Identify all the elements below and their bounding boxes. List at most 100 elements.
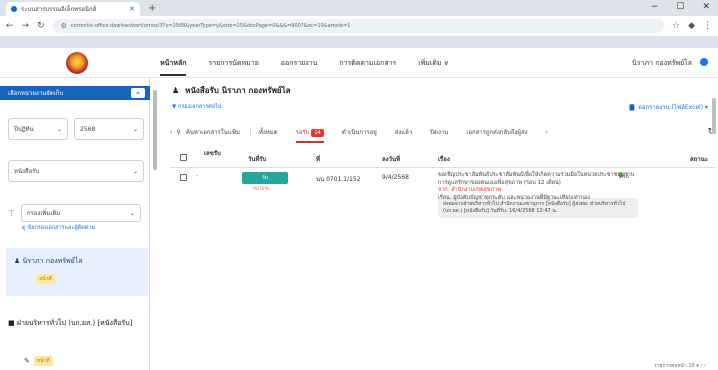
department-role-chip: หน้าที่ <box>33 356 53 366</box>
window-controls: − ☐ ✕ <box>651 2 710 12</box>
row-checkbox[interactable] <box>180 174 187 181</box>
site-info-icon[interactable]: ⚙ <box>61 22 67 30</box>
tabs-next-icon[interactable]: › <box>546 129 548 136</box>
file-icon: ▇ <box>629 103 635 111</box>
tabs-prev-icon[interactable]: ‹ <box>170 129 172 136</box>
document-type-select[interactable]: หนังสือรับ ⌄ <box>8 160 144 182</box>
close-window-icon[interactable]: ✕ <box>702 2 710 12</box>
app: หน้าหลัก รายการนัดหมาย ออกรายงาน การติดต… <box>0 48 718 370</box>
user-name[interactable]: นิราภา กองทรัพย์ไล <box>632 48 692 78</box>
pencil-icon: ✎ <box>24 357 30 365</box>
main-menu: หน้าหลัก รายการนัดหมาย ออกรายงาน การติดต… <box>160 48 449 78</box>
forward-icon[interactable]: → <box>22 21 30 31</box>
search-icon: ⚲ <box>176 128 181 136</box>
subject-from: จาก: สำนักงานเขตสุขภาพ <box>438 187 501 193</box>
document-tabs: ‹ ⚲ ค้นหาเอกสารในแฟ้ม ทั้งหมด รอรับ 24 ดำ… <box>170 122 715 143</box>
sidebar-filter-link[interactable]: ดู ข้อกรองเอกสารและผู้ติดตาม <box>22 224 95 232</box>
page-scrollbar[interactable] <box>712 98 716 134</box>
search-input[interactable]: ค้นหาเอกสารในแฟ้ม <box>186 127 240 137</box>
ref-number: นน 0701.1/152 <box>316 176 361 183</box>
filter-link[interactable]: ▼ กรองเอกสารต่อไป <box>172 103 221 111</box>
sidebar-collapse-button[interactable]: « <box>131 88 145 98</box>
col-ref-number[interactable]: ที่ <box>316 154 320 164</box>
chevron-down-icon: ⌄ <box>129 209 135 217</box>
sidebar-item-person[interactable]: ♟ นิราภา กองทรัพย์ไล หน้าที่ <box>6 248 148 296</box>
col-receive-date[interactable]: วันที่รับ <box>248 154 266 164</box>
sidebar-item-department[interactable]: ■ ฝ่ายบริหารทั่วไป (บก.ยส.) [หนังสือรับ] <box>8 318 148 329</box>
tab-closed[interactable]: ปิดงาน <box>430 127 448 137</box>
notification-icon[interactable] <box>700 58 708 66</box>
agency-logo[interactable] <box>66 52 88 74</box>
filter-select[interactable]: กรองเพิ่มเติม ⌄ <box>20 204 141 222</box>
table-row[interactable]: · รับ *ยังไม่รับ นน 0701.1/152 9/4/2568 … <box>170 168 715 338</box>
tab-in-progress[interactable]: ดำเนินการอยู่ <box>342 127 377 137</box>
sidebar-filter: ⊤ กรองเพิ่มเติม ⌄ <box>8 204 141 222</box>
col-status[interactable]: สถานะ <box>690 154 708 164</box>
year-select[interactable]: 2568 ⌄ <box>74 118 144 140</box>
reload-icon[interactable]: ↻ <box>37 21 45 31</box>
menu-tracking[interactable]: การติดตามเอกสาร <box>339 58 396 69</box>
chevron-down-icon: ⌄ <box>132 125 138 133</box>
year-value: 2568 <box>80 125 96 133</box>
folder-icon: ■ <box>8 319 17 327</box>
year-type-value: ปีปฏิทิน <box>14 126 34 133</box>
row-action-label[interactable]: ไฟล์ <box>618 171 629 181</box>
doc-date: 9/4/2568 <box>382 174 409 181</box>
export-report-label: ออกรายงาน (ไฟล์Excel) ▾ <box>638 104 708 111</box>
sidebar-scrollbar[interactable] <box>153 90 157 170</box>
tab-returned[interactable]: เอกสารถูกส่งกลับถึงผู้ส่ง <box>466 127 527 137</box>
col-receive-number[interactable]: เลขรับ <box>204 150 222 157</box>
page-title: ♟ หนังสือรับ นิราภา กองทรัพย์ไล <box>172 84 291 97</box>
address-bar[interactable]: ⚙ correctio-office.dowlisevbert/ornox/3?… <box>52 19 664 33</box>
pagination[interactable]: รายการต่อหน้า 10 ▾ ‹ › <box>654 362 706 370</box>
select-all-checkbox[interactable] <box>180 154 187 161</box>
person-icon: ♟ <box>14 257 23 265</box>
menu-appointments[interactable]: รายการนัดหมาย <box>208 58 258 69</box>
tab-bar: ระบบสารบรรณอิเล็กทรอนิกส์ ✕ + − ☐ ✕ <box>0 0 718 16</box>
tab-title: ระบบสารบรรณอิเล็กทรอนิกส์ <box>21 6 97 13</box>
menu-home[interactable]: หน้าหลัก <box>160 58 187 76</box>
extensions-icon[interactable]: ◆ <box>688 21 695 31</box>
bookmark-star-icon[interactable]: ☆ <box>672 21 680 31</box>
subject-text[interactable]: ขอเชิญประชาสัมพันธ์ประชาสัมพันธ์เพื่อให้… <box>438 172 638 187</box>
chevron-down-icon: ⌄ <box>56 125 62 133</box>
minimize-icon[interactable]: − <box>651 2 659 12</box>
person-icon: ♟ <box>172 86 180 95</box>
browser-menu-icon[interactable]: ⋮ <box>703 21 712 31</box>
tab-all[interactable]: ทั้งหมด <box>259 127 278 137</box>
new-tab-icon[interactable]: + <box>148 3 156 14</box>
person-name-text: นิราภา กองทรัพย์ไล <box>22 257 83 265</box>
tab-close-icon[interactable]: ✕ <box>129 5 135 13</box>
back-icon[interactable]: ← <box>6 21 14 31</box>
main-content: ♟ หนังสือรับ นิราภา กองทรัพย์ไล ▼ กรองเอ… <box>160 78 718 370</box>
tab-sent[interactable]: ส่งแล้ว <box>395 127 413 137</box>
status-badge[interactable]: รับ <box>242 172 288 184</box>
menu-reports[interactable]: ออกรายงาน <box>281 58 318 69</box>
year-type-select[interactable]: ปีปฏิทิน ⌄ <box>8 118 68 140</box>
subject-to-text: เรียน: ผู้บังคับบัญชาทุกระดับ และหน่วยงา… <box>438 194 590 201</box>
search-box[interactable]: ⚲ ค้นหาเอกสารในแฟ้ม <box>176 127 251 137</box>
pending-count-badge: 24 <box>311 129 324 137</box>
chevron-down-icon: ⌄ <box>132 167 138 175</box>
subject-cell: ขอเชิญประชาสัมพันธ์ประชาสัมพันธ์เพื่อให้… <box>438 172 638 218</box>
filter-link-text: กรองเอกสารต่อไป <box>177 104 222 110</box>
menu-more[interactable]: เพิ่มเติม ∨ <box>418 58 449 69</box>
person-role-chip: หน้าที่ <box>36 274 55 284</box>
filter-icon: ⊤ <box>8 208 15 218</box>
document-type-value: หนังสือรับ <box>14 168 40 175</box>
filter-value: กรองเพิ่มเติม <box>26 210 61 217</box>
table-header: เลขรับ วันที่รับ ที่ ลงวันที่ เรื่อง สถา… <box>170 146 715 168</box>
sidebar-header-label: เลือกหน่วยงานจัดเก็บ <box>8 90 64 97</box>
maximize-icon[interactable]: ☐ <box>676 2 684 12</box>
sidebar: เลือกหน่วยงานจัดเก็บ « ปีปฏิทิน ⌄ 2568 ⌄ ห… <box>0 78 150 370</box>
col-doc-date[interactable]: ลงวันที่ <box>382 154 400 164</box>
col-subject[interactable]: เรื่อง <box>438 154 450 164</box>
url-text: correctio-office.dowlisevbert/ornox/3?y=… <box>70 23 351 29</box>
sidebar-header: เลือกหน่วยงานจัดเก็บ « <box>0 86 150 100</box>
browser-tab[interactable]: ระบบสารบรรณอิเล็กทรอนิกส์ ✕ <box>6 2 140 16</box>
row-expand-icon[interactable]: · <box>196 173 198 180</box>
export-report-button[interactable]: ▇ ออกรายงาน (ไฟล์Excel) ▾ <box>630 102 708 112</box>
tab-pending[interactable]: รอรับ 24 <box>295 127 324 143</box>
top-nav: หน้าหลัก รายการนัดหมาย ออกรายงาน การติดต… <box>0 48 718 78</box>
person-name: ♟ นิราภา กองทรัพย์ไล <box>14 256 83 267</box>
